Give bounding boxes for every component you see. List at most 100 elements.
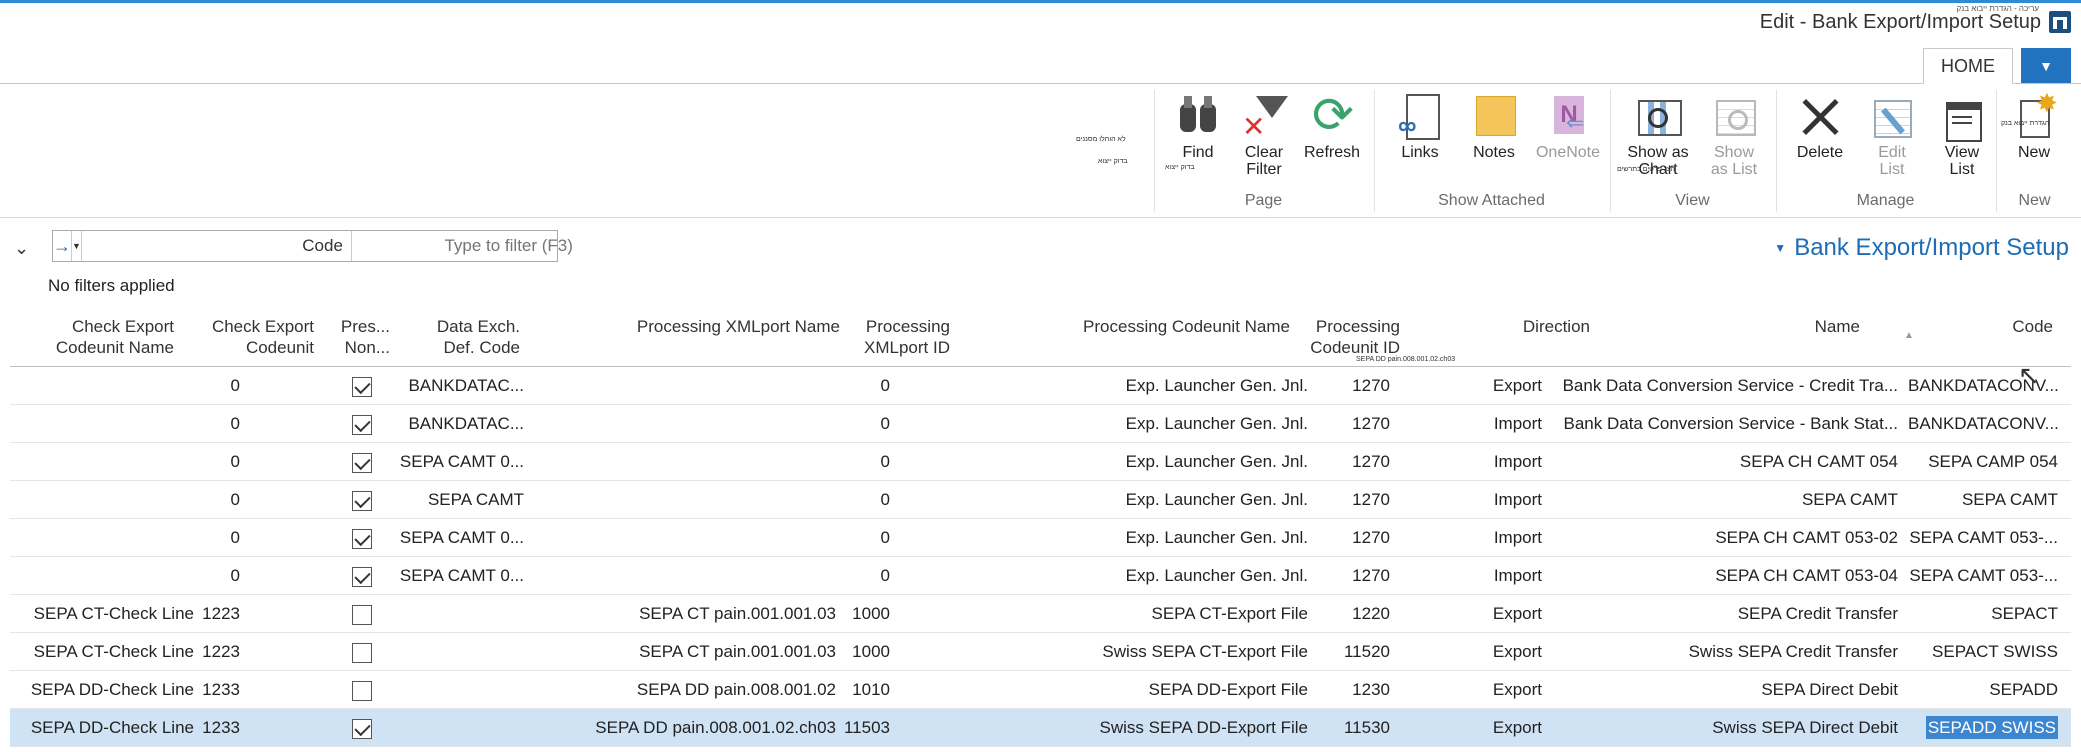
- delete-button[interactable]: Delete: [1785, 90, 1855, 186]
- cell-name[interactable]: SEPA Credit Transfer: [1542, 595, 1898, 633]
- cell-direction[interactable]: Import: [1450, 481, 1542, 519]
- cell-check-export-codeunit-name[interactable]: [28, 443, 194, 481]
- cell-processing-xmlport-id[interactable]: 0: [842, 405, 890, 443]
- col-header-direction[interactable]: Direction: [1460, 316, 1590, 370]
- new-button[interactable]: New: [1999, 88, 2069, 186]
- table-row[interactable]: SEPA CAMT 053-... SEPA CH CAMT 053-02 Impo…: [10, 519, 2071, 557]
- cell-check-export-codeunit-name[interactable]: [28, 405, 194, 443]
- col-header-processing-xmlport-name[interactable]: Processing XMLport Name: [600, 316, 840, 370]
- cell-check-export-codeunit[interactable]: 0: [196, 443, 240, 481]
- cell-data-exch-def-code[interactable]: [396, 671, 524, 709]
- cell-name[interactable]: SEPA CAMT: [1542, 481, 1898, 519]
- cell-check-export-codeunit[interactable]: 0: [196, 367, 240, 405]
- cell-data-exch-def-code[interactable]: BANKDATAC...: [396, 405, 524, 443]
- cell-check-export-codeunit-name[interactable]: SEPA CT-Check Line: [28, 595, 194, 633]
- cell-processing-codeunit-id[interactable]: 1230: [1316, 671, 1390, 709]
- cell-processing-xmlport-name[interactable]: [560, 405, 836, 443]
- cell-direction[interactable]: Import: [1450, 405, 1542, 443]
- cell-processing-xmlport-id[interactable]: 0: [842, 519, 890, 557]
- cell-direction[interactable]: Export: [1450, 367, 1542, 405]
- links-button[interactable]: Links: [1385, 90, 1455, 186]
- cell-processing-xmlport-id[interactable]: 0: [842, 481, 890, 519]
- cell-name[interactable]: SEPA Direct Debit: [1542, 671, 1898, 709]
- filter-field-selector[interactable]: Code: [82, 231, 352, 261]
- cell-processing-codeunit-id[interactable]: 1270: [1316, 367, 1390, 405]
- cell-data-exch-def-code[interactable]: [396, 709, 524, 747]
- cell-processing-xmlport-name[interactable]: [560, 481, 836, 519]
- onenote-button[interactable]: OneNote: [1533, 90, 1603, 186]
- col-header-check-export-codeunit[interactable]: Check Export Codeunit: [190, 316, 314, 370]
- collapse-chevron-icon[interactable]: ⌄: [14, 238, 29, 259]
- notes-button[interactable]: Notes: [1459, 90, 1529, 186]
- cell-data-exch-def-code[interactable]: BANKDATAC...: [396, 367, 524, 405]
- show-as-list-button[interactable]: Show as List: [1699, 90, 1769, 186]
- cell-check-export-codeunit-name[interactable]: [28, 519, 194, 557]
- cell-name[interactable]: Bank Data Conversion Service - Credit Tr…: [1542, 367, 1898, 405]
- table-row[interactable]: SEPACT SEPA Credit Transfer Export 1220 SEPA…: [10, 595, 2071, 633]
- pres-non-checkbox[interactable]: [352, 643, 372, 663]
- cell-name[interactable]: Swiss SEPA Credit Transfer: [1542, 633, 1898, 671]
- cell-direction[interactable]: Export: [1450, 633, 1542, 671]
- cell-check-export-codeunit-name[interactable]: SEPA CT-Check Line: [28, 633, 194, 671]
- cell-processing-xmlport-id[interactable]: 1000: [842, 595, 890, 633]
- cell-code[interactable]: SEPACT SWISS: [1908, 633, 2058, 671]
- pres-non-checkbox[interactable]: [352, 681, 372, 701]
- cell-check-export-codeunit-name[interactable]: SEPA DD-Check Line: [28, 709, 194, 747]
- cell-processing-xmlport-name[interactable]: SEPA CT pain.001.001.03: [560, 595, 836, 633]
- table-row[interactable]: SEPADD SWISS Swiss SEPA Direct Debit Expor…: [10, 709, 2071, 747]
- cell-processing-codeunit-id[interactable]: 11530: [1316, 709, 1390, 747]
- table-row[interactable]: SEPACT SWISS Swiss SEPA Credit Transfer Ex…: [10, 633, 2071, 671]
- cell-name[interactable]: SEPA CH CAMT 053-04: [1542, 557, 1898, 595]
- cell-processing-codeunit-id[interactable]: 1270: [1316, 443, 1390, 481]
- cell-check-export-codeunit[interactable]: 1223: [196, 595, 240, 633]
- cell-direction[interactable]: Export: [1450, 709, 1542, 747]
- apply-filter-arrow-icon[interactable]: →: [53, 231, 72, 261]
- cell-processing-codeunit-name[interactable]: SEPA DD-Export File: [1000, 671, 1308, 709]
- cell-check-export-codeunit-name[interactable]: SEPA DD-Check Line: [28, 671, 194, 709]
- cell-processing-xmlport-id[interactable]: 11503: [842, 709, 890, 747]
- col-header-check-export-codeunit-name[interactable]: Check Export Codeunit Name: [50, 316, 174, 370]
- cell-processing-codeunit-id[interactable]: 11520: [1316, 633, 1390, 671]
- col-header-processing-codeunit-name[interactable]: Processing Codeunit Name: [1060, 316, 1290, 370]
- table-row[interactable]: SEPADD SEPA Direct Debit Export 1230 SEPA DD…: [10, 671, 2071, 709]
- cell-processing-xmlport-id[interactable]: 0: [842, 443, 890, 481]
- cell-processing-codeunit-name[interactable]: SEPA CT-Export File: [1000, 595, 1308, 633]
- cell-direction[interactable]: Import: [1450, 443, 1542, 481]
- cell-processing-xmlport-name[interactable]: SEPA DD pain.008.001.02.ch03: [560, 709, 836, 747]
- cell-check-export-codeunit[interactable]: 1233: [196, 671, 240, 709]
- cell-processing-codeunit-name[interactable]: Exp. Launcher Gen. Jnl.: [1000, 405, 1308, 443]
- cell-processing-codeunit-id[interactable]: 1270: [1316, 405, 1390, 443]
- cell-processing-codeunit-name[interactable]: Exp. Launcher Gen. Jnl.: [1000, 367, 1308, 405]
- pres-non-checkbox[interactable]: [352, 377, 372, 397]
- cell-processing-xmlport-id[interactable]: 0: [842, 367, 890, 405]
- cell-name[interactable]: SEPA CH CAMT 054: [1542, 443, 1898, 481]
- cell-processing-codeunit-name[interactable]: Exp. Launcher Gen. Jnl.: [1000, 557, 1308, 595]
- cell-processing-xmlport-name[interactable]: [560, 367, 836, 405]
- edit-list-button[interactable]: Edit List: [1857, 90, 1927, 186]
- pres-non-checkbox[interactable]: [352, 567, 372, 587]
- table-row[interactable]: SEPA CAMP 054 SEPA CH CAMT 054 Import 1270 E…: [10, 443, 2071, 481]
- cell-data-exch-def-code[interactable]: SEPA CAMT: [396, 481, 524, 519]
- file-menu-tab[interactable]: ▼: [2021, 48, 2071, 83]
- cell-check-export-codeunit-name[interactable]: [28, 557, 194, 595]
- filter-field-dropdown-icon[interactable]: ▼: [72, 231, 82, 261]
- cell-code[interactable]: SEPA CAMT 053-...: [1908, 519, 2058, 557]
- cell-check-export-codeunit[interactable]: 0: [196, 481, 240, 519]
- cell-processing-codeunit-id[interactable]: 1270: [1316, 519, 1390, 557]
- cell-code[interactable]: BANKDATACONV...: [1908, 405, 2058, 443]
- table-row[interactable]: BANKDATACONV... Bank Data Conversion Serv…: [10, 405, 2071, 443]
- cell-name[interactable]: Swiss SEPA Direct Debit: [1542, 709, 1898, 747]
- cell-processing-xmlport-name[interactable]: SEPA CT pain.001.001.03: [560, 633, 836, 671]
- cell-processing-codeunit-id[interactable]: 1270: [1316, 557, 1390, 595]
- pres-non-checkbox[interactable]: [352, 529, 372, 549]
- cell-code[interactable]: SEPA CAMT 053-...: [1908, 557, 2058, 595]
- clear-filter-button[interactable]: Clear Filter: [1229, 90, 1299, 186]
- find-button[interactable]: Find: [1163, 90, 1233, 186]
- cell-check-export-codeunit-name[interactable]: [28, 481, 194, 519]
- page-title[interactable]: ▼ Bank Export/Import Setup: [1774, 234, 2069, 262]
- cell-processing-codeunit-name[interactable]: Swiss SEPA DD-Export File: [1000, 709, 1308, 747]
- cell-check-export-codeunit-name[interactable]: [28, 367, 194, 405]
- view-list-button[interactable]: View List: [1927, 90, 1997, 186]
- cell-processing-xmlport-id[interactable]: 1010: [842, 671, 890, 709]
- cell-direction[interactable]: Export: [1450, 595, 1542, 633]
